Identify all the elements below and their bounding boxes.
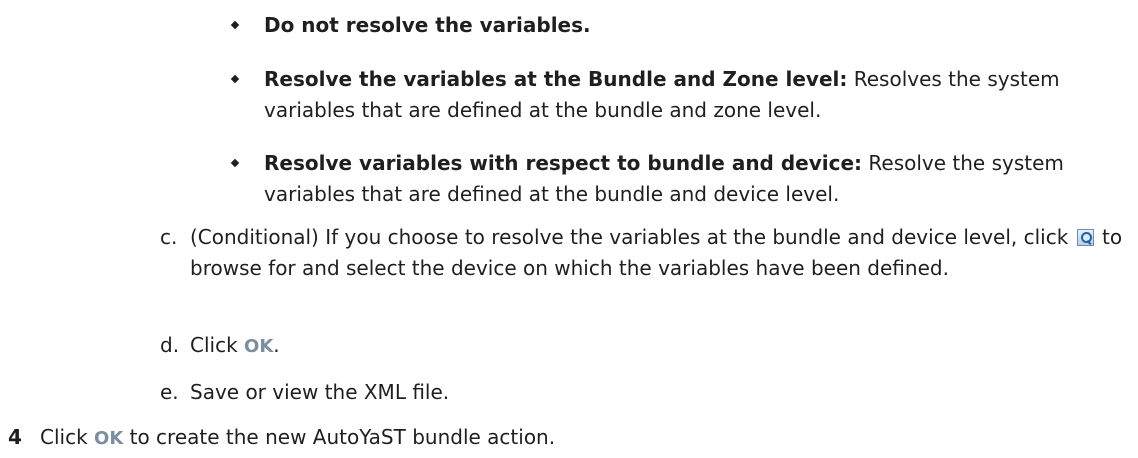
ok-button-reference: OK [244, 336, 274, 357]
bullet-item-resolve-bundle-zone: Resolve the variables at the Bundle and … [230, 64, 1132, 126]
step-text-after: . [273, 333, 280, 357]
step-text: (Conditional) If you choose to resolve t… [190, 222, 1130, 284]
bullet-item-resolve-bundle-device: Resolve variables with respect to bundle… [230, 148, 1132, 210]
step-text-before-icon: (Conditional) If you choose to resolve t… [190, 225, 1075, 249]
bullet-bold-label: Do not resolve the variables. [264, 13, 591, 37]
step-text: Save or view the XML file. [190, 380, 450, 404]
diamond-bullet-icon [230, 20, 240, 30]
step-text: Click OK. [190, 330, 1130, 362]
sub-step-c: c. (Conditional) If you choose to resolv… [160, 222, 1130, 284]
step-text: Click OK to create the new AutoYaST bund… [40, 422, 1128, 454]
bullet-bold-label: Resolve the variables at the Bundle and … [264, 67, 848, 91]
sub-step-e: e. Save or view the XML file. [160, 377, 1130, 408]
bullet-text: Do not resolve the variables. [264, 10, 1132, 41]
step-number: 4 [8, 425, 22, 449]
step-marker: d. [160, 333, 180, 357]
bullet-bold-label: Resolve variables with respect to bundle… [264, 151, 863, 175]
bullet-text: Resolve the variables at the Bundle and … [264, 64, 1132, 126]
browse-icon[interactable] [1076, 229, 1094, 246]
step-marker: c. [160, 225, 178, 249]
step-text-before: Click [40, 425, 95, 449]
step-text-after: to create the new AutoYaST bundle action… [123, 425, 556, 449]
bullet-item-do-not-resolve: Do not resolve the variables. [230, 10, 1132, 41]
step-text-before: Click [190, 333, 245, 357]
sub-step-d: d. Click OK. [160, 330, 1130, 362]
main-step-4: 4 Click OK to create the new AutoYaST bu… [8, 422, 1128, 454]
bullet-text: Resolve variables with respect to bundle… [264, 148, 1132, 210]
diamond-bullet-icon [230, 74, 240, 84]
step-marker: e. [160, 380, 179, 404]
ok-button-reference: OK [94, 428, 124, 449]
diamond-bullet-icon [230, 158, 240, 168]
